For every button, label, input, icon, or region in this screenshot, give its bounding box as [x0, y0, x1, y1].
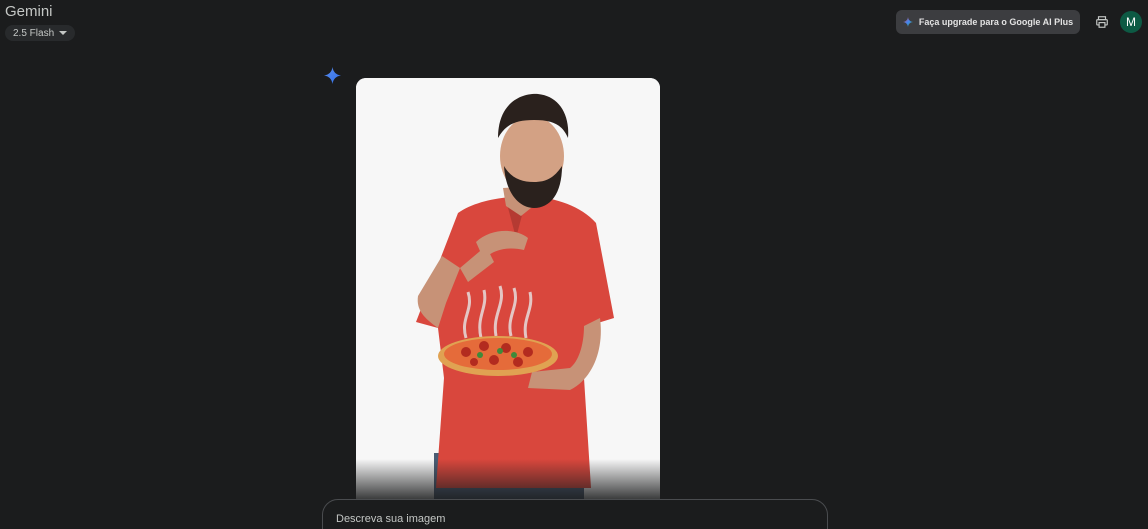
- print-button[interactable]: [1093, 13, 1111, 31]
- app-title[interactable]: Gemini: [5, 3, 53, 20]
- avatar[interactable]: M: [1120, 11, 1142, 33]
- print-icon: [1096, 16, 1108, 28]
- model-label: 2.5 Flash: [13, 27, 55, 39]
- generated-image-illustration: [356, 78, 660, 499]
- prompt-input[interactable]: [336, 510, 806, 528]
- image-fade-overlay: [356, 459, 660, 499]
- upgrade-button[interactable]: Faça upgrade para o Google AI Plus: [896, 10, 1080, 34]
- gemini-page: Gemini 2.5 Flash Faça upgrade para o Goo…: [0, 0, 1148, 529]
- sparkle-icon: [902, 17, 913, 27]
- generated-image[interactable]: [356, 78, 660, 499]
- upgrade-label: Faça upgrade para o Google AI Plus: [918, 17, 1074, 27]
- model-picker-button[interactable]: 2.5 Flash: [5, 25, 76, 41]
- prompt-box[interactable]: [322, 499, 828, 529]
- gemini-spark-icon: [324, 67, 341, 84]
- chevron-down-icon: [59, 31, 68, 35]
